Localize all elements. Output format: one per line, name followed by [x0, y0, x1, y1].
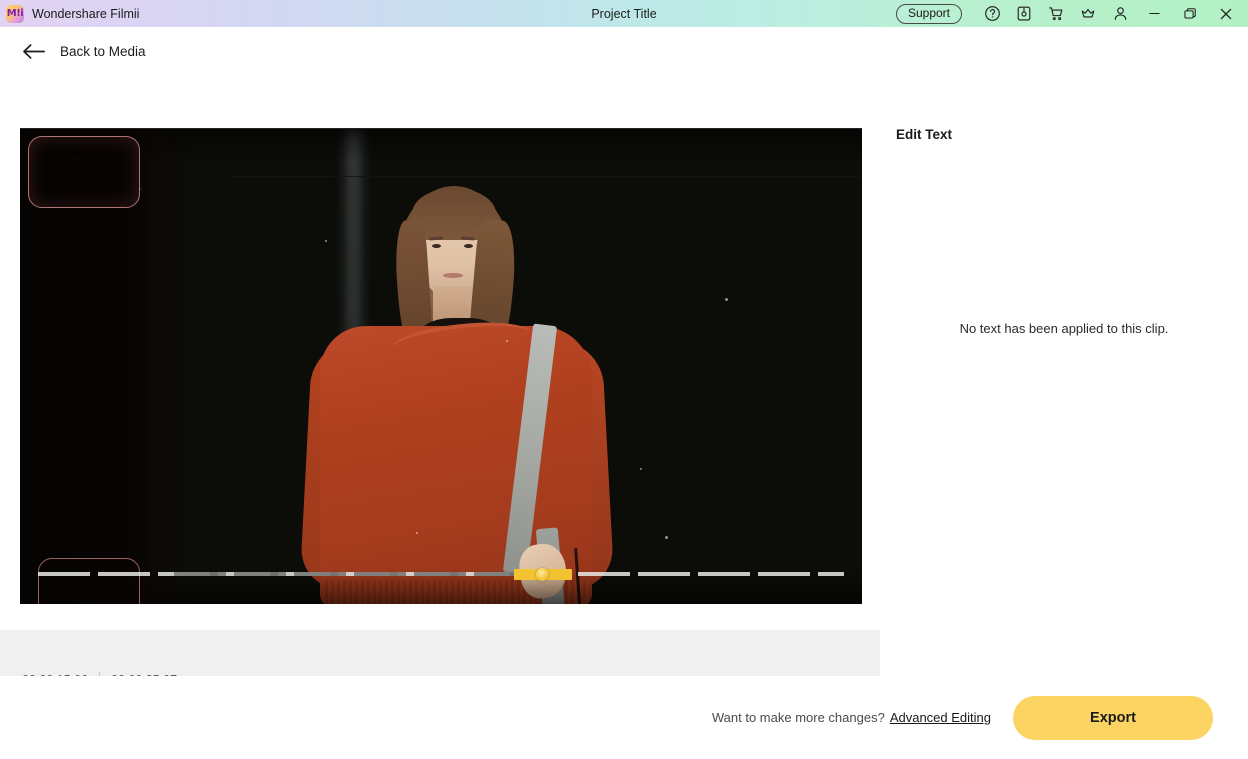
crown-icon[interactable] [1072, 0, 1104, 27]
advanced-editing-link[interactable]: Advanced Editing [890, 710, 991, 725]
main-area: 00:00:15:06 00:00:25:07 [0, 75, 1248, 698]
footer-bar: Want to make more changes? Advanced Edit… [0, 676, 1248, 759]
restore-button[interactable] [1172, 0, 1208, 27]
arrow-left-icon[interactable] [22, 43, 46, 60]
progress-track-played [174, 572, 514, 576]
playback-progress-bar[interactable] [38, 568, 844, 581]
video-preview[interactable] [20, 128, 862, 604]
panel-empty-message: No text has been applied to this clip. [959, 321, 1169, 336]
title-bar-actions: Support [895, 0, 1248, 27]
cart-icon[interactable] [1040, 0, 1072, 27]
support-button[interactable]: Support [895, 3, 962, 24]
playhead-handle[interactable] [536, 568, 549, 581]
save-icon[interactable] [1008, 0, 1040, 27]
back-to-media-label[interactable]: Back to Media [60, 44, 146, 59]
title-bar: M!i Wondershare Filmii Project Title Sup… [0, 0, 1248, 27]
app-name-label: Wondershare Filmii [32, 6, 140, 21]
export-button[interactable]: Export [1013, 695, 1213, 740]
close-button[interactable] [1208, 0, 1244, 27]
panel-title: Edit Text [896, 127, 953, 142]
help-icon[interactable] [976, 0, 1008, 27]
account-icon[interactable] [1104, 0, 1136, 27]
title-bar-brand: M!i Wondershare Filmii [0, 4, 140, 23]
filmii-logo-icon: M!i [6, 4, 24, 23]
minimize-button[interactable] [1136, 0, 1172, 27]
film-scan-line [230, 176, 862, 177]
back-bar: Back to Media [0, 27, 1248, 75]
video-subject-person [20, 128, 862, 604]
preview-stage: 00:00:15:06 00:00:25:07 [0, 75, 880, 698]
edit-text-panel: Edit Text No text has been applied to th… [880, 75, 1248, 676]
footer-prompt-label: Want to make more changes? [711, 710, 885, 725]
film-scan-line-top [20, 128, 862, 129]
